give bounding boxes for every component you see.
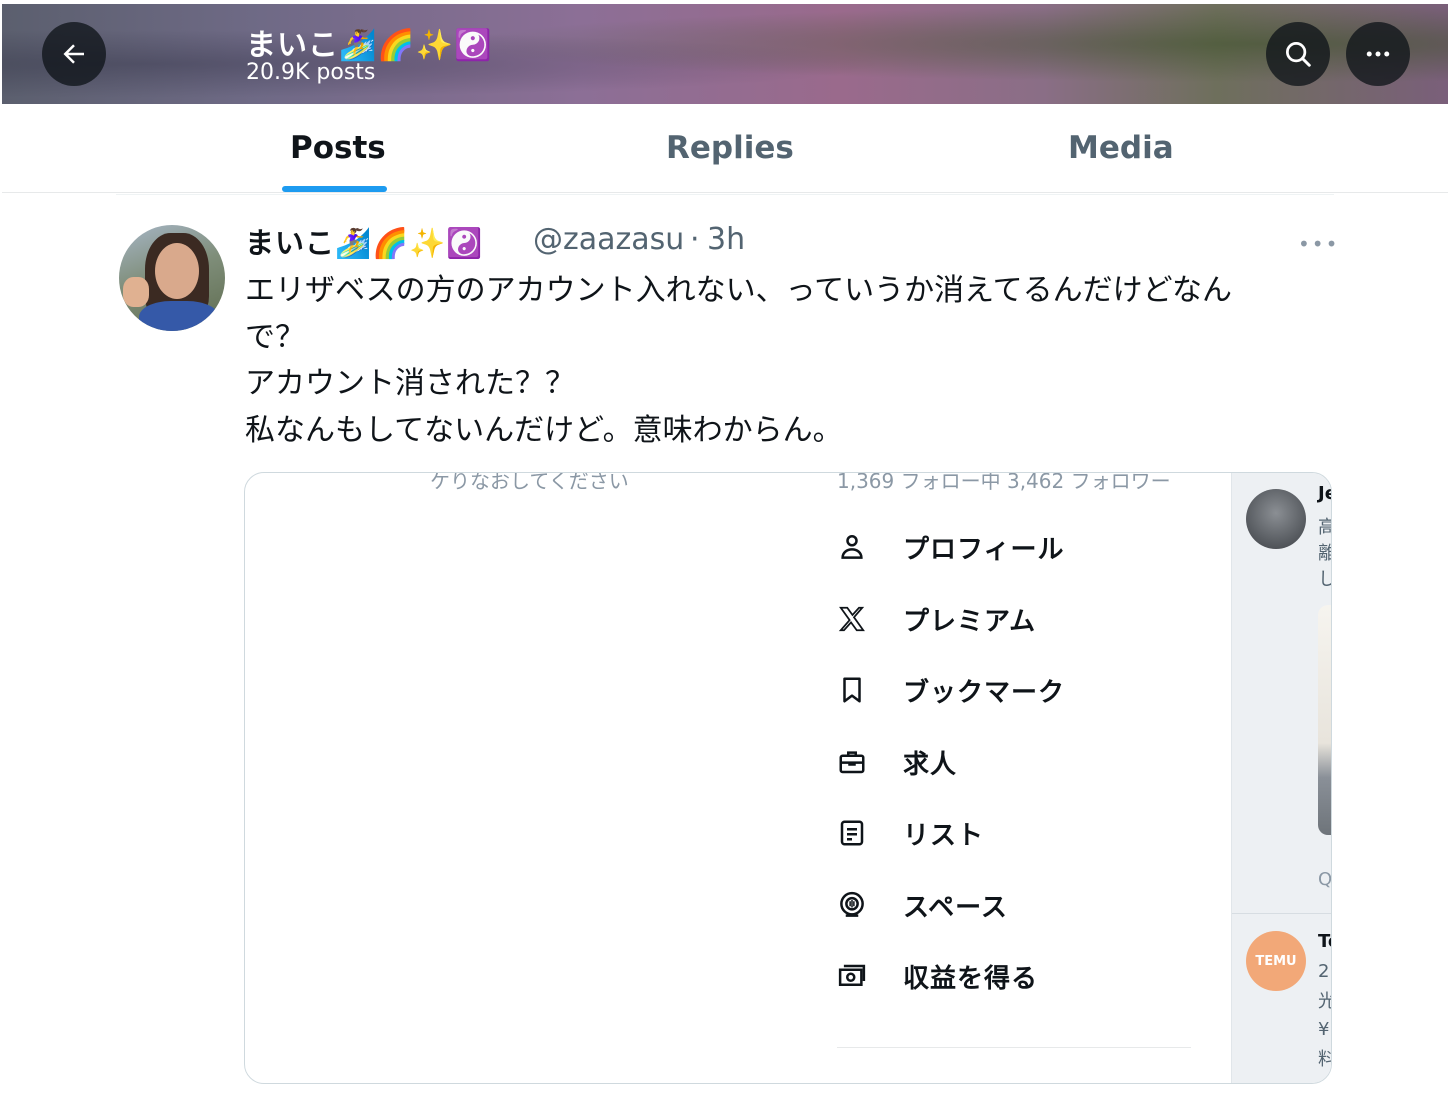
menu-item-lists: リスト [835, 813, 983, 853]
post-media-image[interactable]: ケりなおしてください 1,369 フォロー中 3,462 フォロワー プロフィー… [244, 472, 1332, 1084]
more-options-button[interactable] [1346, 22, 1410, 86]
menu-item-label: プロフィール [903, 534, 1065, 565]
more-horizontal-icon [1366, 51, 1390, 57]
search-button[interactable] [1266, 22, 1330, 86]
menu-item-label: 求人 [903, 749, 958, 780]
search-icon [1286, 42, 1311, 67]
spaces-icon [835, 888, 869, 922]
list-icon [835, 816, 869, 850]
cropped-image-card [1318, 605, 1331, 835]
post-meta-separator: · [690, 222, 700, 257]
arrow-left-icon [63, 44, 84, 64]
cropped-text: ¥ [1318, 1019, 1330, 1040]
reply-icon: Q [1318, 869, 1332, 890]
divider [116, 194, 1334, 195]
post-text: エリザベスの方のアカウント入れない、っていうか消えてるんだけどなん で？ アカウ… [245, 268, 1315, 454]
cropped-timeline-panel: Je 高 離 し Q TEMU Te 2 光 ¥ 料 [1231, 473, 1332, 1083]
tab-replies[interactable]: Replies [666, 130, 794, 166]
cropped-user-name: Te [1318, 931, 1331, 952]
avatar [1246, 489, 1306, 549]
menu-item-bookmarks: ブックマーク [835, 670, 1064, 710]
cropped-text: 高 [1318, 513, 1331, 539]
author-avatar[interactable] [119, 225, 225, 331]
cropped-text: 離 [1318, 539, 1331, 565]
cropped-text: 2 [1318, 961, 1330, 982]
divider [1232, 913, 1331, 914]
post-author-handle[interactable]: @zaazasu [533, 222, 684, 257]
briefcase-icon [835, 745, 869, 779]
cropped-user-name: Je [1318, 483, 1331, 504]
x-logo-icon [835, 602, 869, 636]
temu-avatar: TEMU [1246, 931, 1306, 991]
menu-item-spaces: スペース [835, 885, 1007, 925]
profile-header-banner: まいこ🏄‍♀️🌈✨☯️ 20.9K posts [2, 4, 1448, 104]
post-text-line: で？ [245, 319, 305, 355]
profile-icon [835, 530, 869, 564]
menu-item-label: リスト [903, 820, 985, 851]
menu-item-label: 収益を得る [903, 963, 1039, 994]
menu-item-label: プレミアム [903, 606, 1037, 637]
tab-media[interactable]: Media [1068, 130, 1174, 166]
bookmark-icon [835, 673, 869, 707]
menu-item-premium: プレミアム [835, 599, 1035, 639]
menu-item-label: ブックマーク [903, 677, 1066, 708]
post-text-line: 私なんもしてないんだけど。意味わからん。 [245, 412, 843, 448]
cropped-text: し [1318, 565, 1331, 591]
menu-item-monetization: 収益を得る [835, 956, 1037, 996]
money-icon [835, 959, 869, 993]
menu-divider [837, 1047, 1191, 1048]
cropped-text: ケりなおしてください [430, 472, 629, 493]
cropped-text: 料 [1318, 1045, 1331, 1071]
active-tab-indicator [282, 186, 387, 192]
cropped-text: 光 [1318, 987, 1331, 1013]
profile-tabs: Posts Replies Media [2, 104, 1448, 193]
post-more-button[interactable]: ••• [1298, 232, 1339, 256]
menu-item-profile: プロフィール [835, 527, 1063, 567]
menu-item-label: スペース [903, 892, 1008, 923]
header-display-name: まいこ🏄‍♀️🌈✨☯️ [246, 28, 493, 63]
post-text-line: アカウント消された？？ [245, 366, 575, 401]
temu-logo: TEMU [1255, 953, 1297, 969]
post-timestamp[interactable]: 3h [707, 222, 745, 257]
back-button[interactable] [42, 22, 106, 86]
header-post-count: 20.9K posts [246, 60, 376, 85]
post-text-line: エリザベスの方のアカウント入れない、っていうか消えてるんだけどなん [245, 273, 1232, 308]
menu-item-jobs: 求人 [835, 742, 956, 782]
tab-posts[interactable]: Posts [290, 130, 386, 166]
post-author-name[interactable]: まいこ🏄‍♀️🌈✨☯️ [245, 220, 483, 262]
cropped-follow-counts: 1,369 フォロー中 3,462 フォロワー [837, 472, 1171, 493]
